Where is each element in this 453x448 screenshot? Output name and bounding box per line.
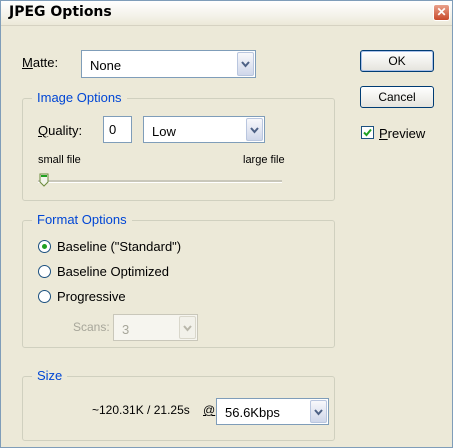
matte-label: Matte: xyxy=(22,55,59,70)
quality-preset-select[interactable]: Low xyxy=(143,116,265,143)
checkmark-icon xyxy=(363,128,372,137)
scans-select[interactable]: 3 xyxy=(113,314,198,341)
size-legend: Size xyxy=(32,368,68,383)
radio-baseline-optimized-label[interactable]: Baseline Optimized xyxy=(57,264,169,279)
scans-value: 3 xyxy=(122,322,130,337)
chevron-down-icon[interactable] xyxy=(246,118,263,141)
chevron-down-icon[interactable] xyxy=(179,316,196,339)
format-options-legend: Format Options xyxy=(32,212,132,227)
preview-label[interactable]: Preview xyxy=(379,126,425,141)
quality-slider-thumb[interactable] xyxy=(39,173,49,190)
radio-progressive-label[interactable]: Progressive xyxy=(57,289,126,304)
image-options-legend: Image Options xyxy=(32,90,127,105)
close-icon[interactable]: ✕ xyxy=(433,4,450,21)
radio-progressive[interactable] xyxy=(38,290,51,303)
quality-input[interactable]: 0 xyxy=(103,116,132,143)
title-bar[interactable]: JPEG Options ✕ xyxy=(1,1,452,26)
quality-value: 0 xyxy=(109,122,117,137)
window-title: JPEG Options xyxy=(9,4,112,20)
matte-select[interactable]: None xyxy=(81,50,256,78)
chevron-down-icon[interactable] xyxy=(310,400,327,423)
radio-baseline-optimized[interactable] xyxy=(38,265,51,278)
size-estimate: ~120.31K / 21.25s xyxy=(92,403,190,417)
quality-label: Quality: xyxy=(38,123,83,138)
quality-preset-value: Low xyxy=(152,124,176,139)
connection-speed-select[interactable]: 56.6Kbps xyxy=(216,398,329,425)
connection-speed-value: 56.6Kbps xyxy=(225,405,280,420)
scans-label: Scans: xyxy=(73,320,110,334)
at-symbol: @ xyxy=(203,403,216,417)
chevron-down-icon[interactable] xyxy=(237,52,254,76)
large-file-label: large file xyxy=(243,154,285,166)
preview-checkbox[interactable] xyxy=(361,126,374,139)
quality-slider-track[interactable] xyxy=(38,180,282,183)
cancel-button[interactable]: Cancel xyxy=(360,86,434,108)
matte-value: None xyxy=(90,58,122,73)
jpeg-options-dialog: JPEG Options ✕ Matte: None OK Cancel Pre… xyxy=(0,0,453,448)
image-options-group: Image Options xyxy=(22,90,335,201)
small-file-label: small file xyxy=(38,154,81,166)
ok-button[interactable]: OK xyxy=(360,50,434,72)
radio-baseline-standard-label[interactable]: Baseline ("Standard") xyxy=(57,239,181,254)
radio-baseline-standard[interactable] xyxy=(38,240,51,253)
